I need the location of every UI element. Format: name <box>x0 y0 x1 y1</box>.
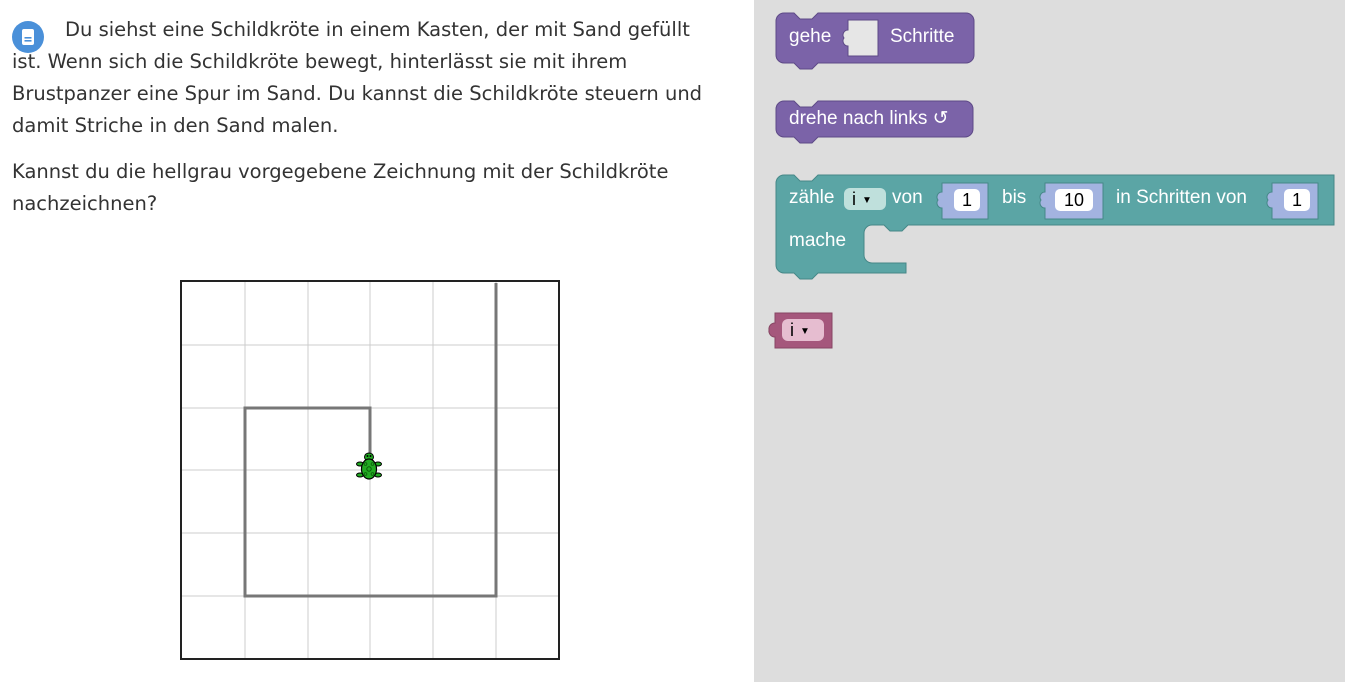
loop-variable-dropdown[interactable]: i ▼ <box>844 188 886 210</box>
turn-left-block[interactable]: drehe nach links ↺ <box>775 100 974 144</box>
variable-name: i <box>790 320 794 340</box>
chevron-down-icon: ▼ <box>862 195 872 206</box>
loop-variable-name: i <box>852 189 856 209</box>
chevron-down-icon: ▼ <box>800 326 810 337</box>
document-icon <box>12 21 44 53</box>
task-paragraph-2: Kannst du die hellgrau vorgegebene Zeich… <box>12 160 669 215</box>
move-block-unit: Schritte <box>890 26 955 47</box>
variable-dropdown[interactable]: i ▼ <box>782 319 824 341</box>
move-steps-input[interactable] <box>856 26 874 48</box>
task-description: Du siehst eine Schildkröte in einem Kast… <box>12 14 712 220</box>
move-block-label: gehe <box>789 26 832 47</box>
loop-to-label: bis <box>1002 187 1027 208</box>
count-loop-block[interactable]: zähle i ▼ von 1 bis 10 in Schritten von 1… <box>775 174 1335 280</box>
task-panel: Du siehst eine Schildkröte in einem Kast… <box>0 0 754 682</box>
move-block[interactable]: gehe Schritte <box>775 12 975 71</box>
task-paragraph-1: Du siehst eine Schildkröte in einem Kast… <box>12 18 703 137</box>
loop-count-label: zähle <box>789 187 835 208</box>
loop-step-label: in Schritten von <box>1116 187 1247 208</box>
loop-from-input[interactable]: 1 <box>954 189 980 211</box>
loop-do-label: mache <box>789 230 847 251</box>
loop-from-label: von <box>892 187 923 208</box>
loop-step-input[interactable]: 1 <box>1284 189 1310 211</box>
toolbox: gehe Schritte drehe nach links ↺ zähle i… <box>754 0 1345 682</box>
loop-to-input[interactable]: 10 <box>1055 189 1093 211</box>
turn-left-label: drehe nach links ↺ <box>789 108 949 129</box>
variable-block[interactable]: i ▼ <box>765 312 833 349</box>
turtle-canvas <box>180 280 560 660</box>
